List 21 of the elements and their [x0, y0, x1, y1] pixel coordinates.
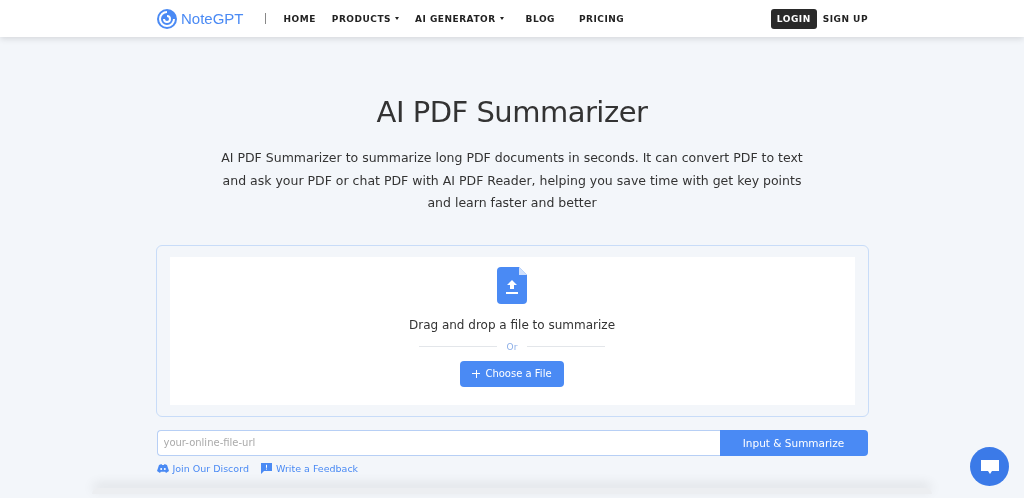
upload-prompt: Drag and drop a file to summarize: [408, 317, 616, 332]
url-input-field[interactable]: your-online-file-url: [156, 429, 720, 456]
description-text: AI PDF Summarizer to summarize long PDF documents in seconds. It can convert PDF to text and ask your PDF or chat PDF with AI PDF Reader, helping you save time with get key points and learn faster and better: [220, 149, 804, 212]
or-divider-text: Or: [506, 341, 518, 352]
chat-bubble-icon: [979, 458, 1000, 475]
login-button[interactable]: LOGIN: [770, 8, 817, 29]
nav-link[interactable]: HOME: [283, 13, 316, 24]
message-icon: [260, 462, 272, 474]
game-controller-icon: [156, 463, 169, 473]
nav-link[interactable]: PRODUCTS: [331, 13, 399, 24]
signup-link[interactable]: SIGN UP: [822, 13, 868, 24]
upload-area[interactable]: Drag and drop a file to summarize Or Choose a File: [155, 244, 869, 417]
nav-link[interactable]: PRICING: [578, 13, 625, 24]
page-title: AI PDF Summarizer: [376, 95, 648, 129]
nav-link[interactable]: BLOG: [525, 13, 555, 24]
caret-icon: [395, 17, 399, 20]
chat-button[interactable]: [970, 447, 1009, 486]
caret-icon: [499, 17, 504, 20]
file-upload-icon: [497, 266, 527, 304]
logo-icon: [156, 7, 178, 30]
nav-link[interactable]: AI GENERATOR: [415, 13, 504, 24]
